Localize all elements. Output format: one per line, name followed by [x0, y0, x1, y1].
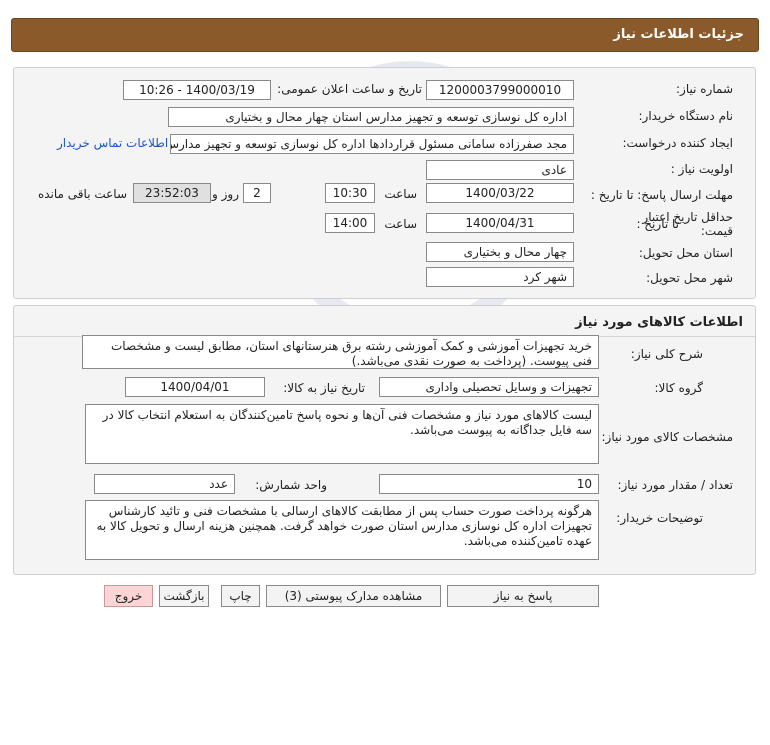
- quantity-field: 10: [379, 474, 599, 494]
- buyer-contact-link[interactable]: اطلاعات تماس خریدار: [57, 136, 168, 150]
- deadline-time-field: 10:30: [325, 183, 375, 203]
- specs-field: لیست کالاهای مورد نیاز و مشخصات فنی آن‌ه…: [85, 404, 599, 464]
- validity-to-date-label: تا تاریخ :: [636, 217, 679, 231]
- back-button[interactable]: بازگشت: [159, 585, 209, 607]
- buyer-label: نام دستگاه خریدار:: [638, 109, 734, 123]
- buyer-notes-label: توضیحات خریدار:: [616, 511, 703, 525]
- validity-time-label: ساعت: [384, 217, 417, 231]
- goods-group-label: گروه کالا:: [654, 381, 704, 395]
- specs-label: مشخصات کالای مورد نیاز:: [601, 430, 733, 444]
- need-number-field: 1200003799000010: [426, 80, 574, 100]
- deadline-time-label: ساعت: [384, 187, 417, 201]
- need-details-panel: [13, 67, 756, 299]
- days-remaining-field: 2: [243, 183, 271, 203]
- buyer-field: اداره کل نوسازی توسعه و تجهیز مدارس استا…: [168, 107, 574, 127]
- need-date-label: تاریخ نیاز به کالا:: [283, 381, 365, 395]
- province-field: چهار محال و بختیاری: [426, 242, 574, 262]
- page-header: جزئیات اطلاعات نیاز: [11, 18, 759, 52]
- priority-field: عادی: [426, 160, 574, 180]
- city-field: شهر کرد: [426, 267, 574, 287]
- page-title: جزئیات اطلاعات نیاز: [613, 27, 744, 42]
- deadline-label: مهلت ارسال پاسخ: تا تاریخ :: [590, 188, 733, 202]
- creator-label: ایجاد کننده درخواست:: [622, 136, 733, 150]
- goods-group-field: تجهیزات و وسایل تحصیلی واداری: [379, 377, 599, 397]
- announce-datetime-label: تاریخ و ساعت اعلان عمومی:: [277, 82, 422, 96]
- days-label: روز و: [212, 187, 239, 201]
- remaining-time-label: ساعت باقی مانده: [37, 187, 127, 201]
- attachments-button[interactable]: مشاهده مدارک پیوستی (3): [266, 585, 441, 607]
- validity-label-2: قیمت:: [700, 224, 733, 238]
- quantity-label: تعداد / مقدار مورد نیاز:: [617, 478, 733, 492]
- summary-label: شرح کلی نیاز:: [630, 347, 703, 361]
- deadline-date-field: 1400/03/22: [426, 183, 574, 203]
- summary-field: خرید تجهیزات آموزشی و کمک آموزشی رشته بر…: [82, 335, 599, 369]
- print-button[interactable]: چاپ: [221, 585, 260, 607]
- priority-label: اولویت نیاز :: [670, 162, 733, 176]
- validity-date-field: 1400/04/31: [426, 213, 574, 233]
- need-number-label: شماره نیاز:: [676, 82, 733, 96]
- announce-datetime-field: 1400/03/19 - 10:26: [123, 80, 271, 100]
- unit-label: واحد شمارش:: [255, 478, 327, 492]
- remaining-time-field: 23:52:03: [133, 183, 211, 203]
- creator-field: مجد صفرزاده سامانی مسئول قراردادها اداره…: [170, 134, 574, 154]
- unit-field: عدد: [94, 474, 235, 494]
- reply-button[interactable]: پاسخ به نیاز: [447, 585, 599, 607]
- goods-section-title: اطلاعات کالاهای مورد نیاز: [575, 315, 743, 330]
- need-date-field: 1400/04/01: [125, 377, 265, 397]
- province-label: استان محل تحویل:: [638, 246, 733, 260]
- buyer-notes-field: هرگونه پرداخت صورت حساب پس از مطابقت کال…: [85, 500, 599, 560]
- exit-button[interactable]: خروج: [104, 585, 153, 607]
- city-label: شهر محل تحویل:: [646, 271, 733, 285]
- validity-time-field: 14:00: [325, 213, 375, 233]
